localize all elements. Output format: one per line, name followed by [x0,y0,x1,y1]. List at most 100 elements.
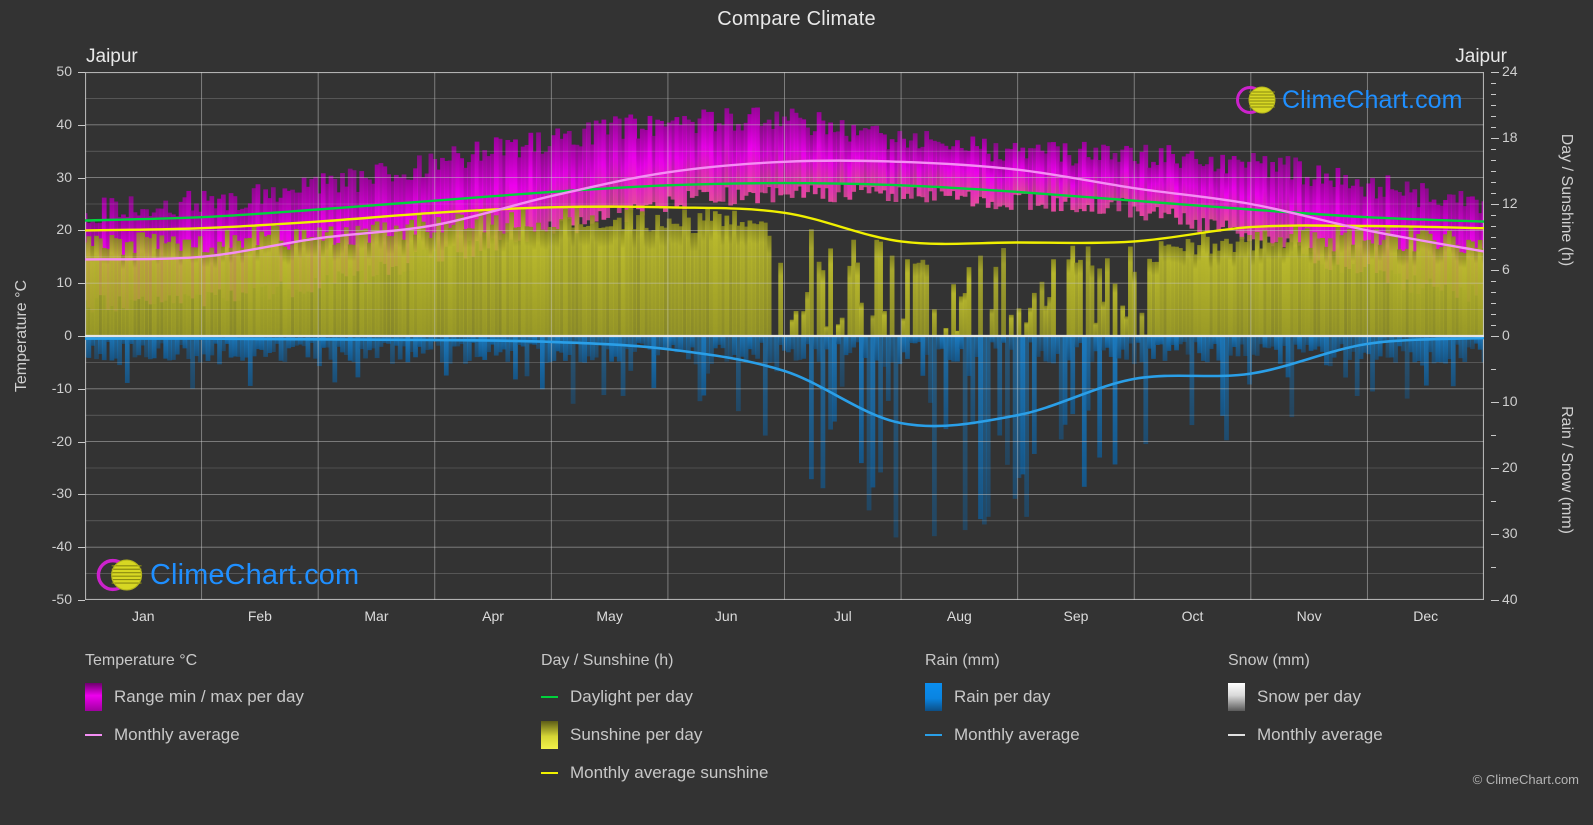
y-axis-right-top-tick: 18 [1502,129,1518,145]
y-axis-right-tickmark [1491,160,1496,161]
y-axis-right-top-tick: 12 [1502,195,1518,211]
y-axis-left-tick: -40 [51,538,72,555]
y-axis-left-tick: 40 [56,115,72,132]
y-axis-right-bottom-tick: 10 [1502,393,1518,409]
y-axis-right-tickmark [1491,259,1496,260]
chart-svg [85,72,1484,600]
climechart-logo-text-top: ClimeChart.com [1282,85,1463,114]
legend-item[interactable]: Sunshine per day [541,720,768,750]
legend-group-snow: Snow (mm) Snow per day Monthly average [1228,652,1383,758]
x-axis-tick-jul: Jul [833,608,852,624]
legend-item-label: Range min / max per day [114,687,304,706]
legend-item[interactable]: Snow per day [1228,682,1383,712]
y-axis-left-tick: 0 [64,327,72,343]
x-axis-tick-apr: Apr [482,608,504,624]
y-axis-right-tickmark [1491,204,1499,205]
y-axis-right-bottom-tick: 40 [1502,591,1518,607]
climechart-logo-icon [1236,86,1276,114]
legend-group-title: Day / Sunshine (h) [541,652,674,669]
x-axis-tick-aug: Aug [946,608,972,624]
y-axis-right-tickmark [1491,270,1499,271]
legend-group-title: Rain (mm) [925,652,1000,669]
legend-swatch-icon [85,683,102,711]
legend-item-label: Rain per day [954,687,1051,706]
y-axis-left-tickmark [78,230,85,232]
legend-item-label: Sunshine per day [570,725,703,744]
legend-item[interactable]: Monthly average [85,720,304,750]
legend-swatch-icon [541,721,558,749]
legend-group-title: Snow (mm) [1228,652,1310,669]
page-title: Compare Climate [717,8,876,30]
x-axis-tick-sep: Sep [1063,608,1089,624]
y-axis-right-top-tick: 6 [1502,261,1510,277]
legend-item-label: Monthly average sunshine [570,763,769,782]
y-axis-left-tick: -30 [51,485,72,502]
legend-item[interactable]: Rain per day [925,682,1080,712]
y-axis-left-tick: -20 [51,432,72,449]
y-axis-left-tickmark [78,72,85,73]
y-axis-right-tickmark [1491,237,1496,238]
legend-item-label: Monthly average [1257,725,1383,744]
y-axis-left-tick: 10 [56,274,72,291]
legend-group-day-sunshine: Day / Sunshine (h) Daylight per day Sunshi… [541,652,768,796]
y-axis-left-tick: -10 [51,379,72,396]
legend-line-icon [85,721,102,749]
y-axis-right-tickmark [1491,182,1496,183]
y-axis-right-tickmark [1491,83,1496,84]
y-axis-right-tickmark [1491,402,1499,403]
y-axis-right-tickmark [1491,292,1496,293]
legend-group-temperature: Temperature °C Range min / max per day Mon… [85,652,304,758]
y-axis-right-top-tick: 24 [1502,63,1518,79]
legend-item[interactable]: Monthly average [925,720,1080,750]
y-axis-right-tickmark [1491,369,1496,370]
legend-item-label: Daylight per day [570,687,693,706]
y-axis-right-bottom-label: Rain / Snow (mm) [1558,405,1575,535]
y-axis-left-tickmark [78,336,85,337]
x-axis-tick-feb: Feb [247,608,272,624]
y-axis-left-tick: 20 [56,221,72,238]
y-axis-right-top-tick: 0 [1502,327,1510,343]
legend-item[interactable]: Monthly average [1228,720,1383,750]
y-axis-right-tickmark [1491,149,1496,150]
y-axis-right-tickmark [1491,281,1496,282]
legend-line-icon [541,759,558,787]
y-axis-left-tick: 30 [56,168,72,185]
y-axis-right-tickmark [1491,171,1496,172]
legend-swatch-icon [925,683,942,711]
y-axis-right-tickmark [1491,567,1496,568]
x-axis-tick-may: May [596,608,623,624]
y-axis-right-tickmark [1491,138,1499,139]
y-axis-left-tick: -50 [51,591,72,607]
legend-line-icon [1228,721,1245,749]
chart-plot-area [85,72,1484,600]
y-axis-left-tickmark [78,441,85,443]
legend-item[interactable]: Range min / max per day [85,682,304,712]
legend-line-icon [925,721,942,749]
y-axis-right-tickmark [1491,226,1496,227]
y-axis-left-tick: 50 [56,63,72,79]
y-axis-right-tickmark [1491,336,1499,337]
x-axis-tick-jun: Jun [714,608,738,624]
legend-item-label: Snow per day [1257,687,1361,706]
legend-item-label: Monthly average [114,725,240,744]
y-axis-right-top-label: Day / Sunshine (h) [1558,133,1575,267]
y-axis-right-tickmark [1491,325,1496,326]
x-axis-tick-dec: Dec [1413,608,1439,624]
legend-item[interactable]: Monthly average sunshine [541,758,768,788]
y-axis-left-tickmark [78,177,85,179]
legend-item-label: Monthly average [954,725,1080,744]
city-label-left: Jaipur [86,46,138,67]
y-axis-right-tickmark [1491,468,1499,469]
y-axis-right-bottom-tick: 20 [1502,459,1518,475]
y-axis-right-bottom-tick: 30 [1502,525,1518,541]
y-axis-right-tickmark [1491,303,1496,304]
y-axis-right-tickmark [1491,600,1499,601]
y-axis-right-tickmark [1491,501,1496,502]
climechart-logo-icon [96,558,143,592]
y-axis-right-tickmark [1491,314,1496,315]
legend-item[interactable]: Daylight per day [541,682,768,712]
copyright-notice: © ClimeChart.com [1472,772,1579,787]
legend-swatch-icon [1228,683,1245,711]
x-axis-tick-jan: Jan [131,608,155,624]
climechart-logo-top: ClimeChart.com [1234,80,1463,120]
